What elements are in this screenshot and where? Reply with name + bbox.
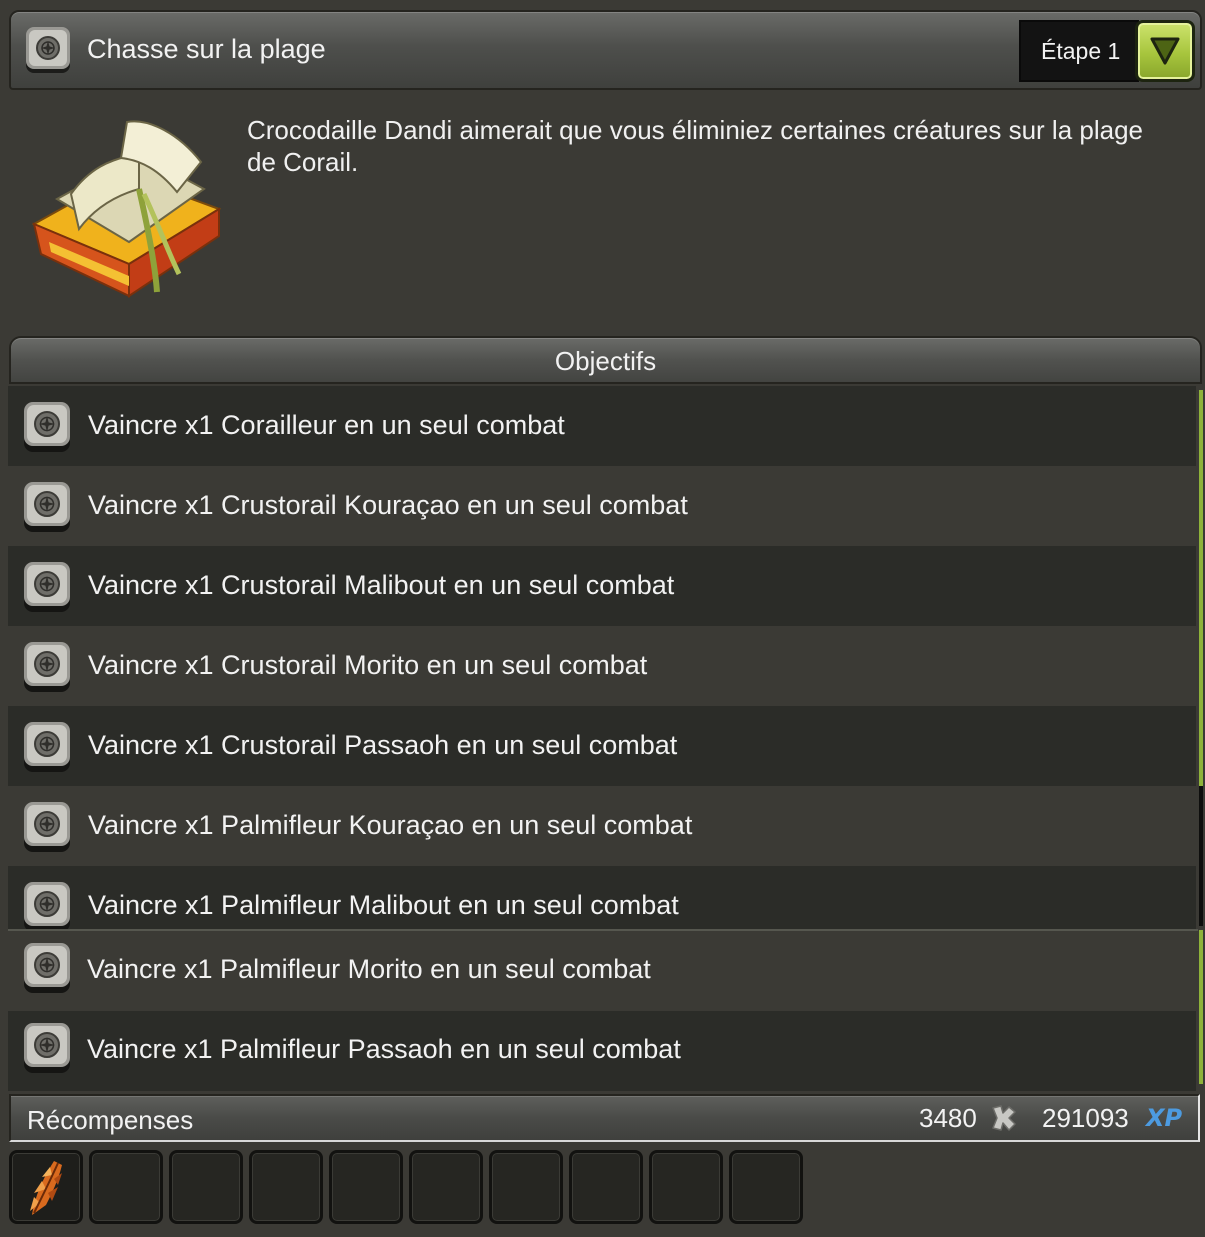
reward-slots [9, 1150, 809, 1226]
objective-row: Vaincre x1 Corailleur en un seul combat [8, 386, 1196, 466]
kama-icon [989, 1104, 1017, 1132]
xp-icon: XP [1146, 1104, 1183, 1132]
compass-icon [25, 26, 71, 74]
quest-book-illustration [29, 114, 229, 304]
compass-icon [22, 720, 72, 774]
objectives-title: Objectifs [554, 346, 657, 376]
objective-text: Vaincre x1 Corailleur en un seul combat [88, 410, 565, 440]
quest-header: Chasse sur la plage Étape 1 [9, 10, 1202, 90]
objective-row: Vaincre x1 Palmifleur Malibout en un seu… [8, 866, 1196, 932]
reward-slot[interactable] [329, 1150, 403, 1224]
reward-slot[interactable] [489, 1150, 563, 1224]
reward-slot[interactable] [169, 1150, 243, 1224]
objective-text: Vaincre x1 Palmifleur Kouraçao en un seu… [88, 810, 693, 840]
objective-row: Vaincre x1 Palmifleur Morito en un seul … [8, 931, 1196, 1011]
reward-slot[interactable] [649, 1150, 723, 1224]
objective-row: Vaincre x1 Crustorail Morito en un seul … [8, 626, 1196, 706]
objective-row: Vaincre x1 Crustorail Passaoh en un seul… [8, 706, 1196, 786]
quest-description-area: Crocodaille Dandi aimerait que vous élim… [9, 92, 1202, 332]
compass-icon [22, 880, 72, 934]
objectives-header: Objectifs [9, 336, 1202, 384]
objective-text: Vaincre x1 Crustorail Kouraçao en un seu… [88, 490, 688, 520]
compass-icon [22, 640, 72, 694]
step-dropdown-button[interactable] [1135, 20, 1195, 82]
compass-icon [22, 800, 72, 854]
chevron-down-icon [1150, 37, 1180, 65]
objective-text: Vaincre x1 Palmifleur Morito en un seul … [87, 954, 651, 984]
xp-amount: 291093 [1042, 1103, 1129, 1133]
reward-slot[interactable] [409, 1150, 483, 1224]
step-indicator: Étape 1 [1019, 20, 1139, 82]
scrollbar-thumb-lower[interactable] [1199, 930, 1203, 1084]
objective-row: Vaincre x1 Palmifleur Passaoh en un seul… [8, 1011, 1196, 1091]
scrollbar-thumb[interactable] [1199, 390, 1203, 786]
quest-window: Chasse sur la plage Étape 1 Crocodaille … [0, 0, 1205, 1237]
objective-row: Vaincre x1 Crustorail Kouraçao en un seu… [8, 466, 1196, 546]
scrollbar-track[interactable] [1199, 786, 1203, 926]
objective-text: Vaincre x1 Crustorail Malibout en un seu… [88, 570, 675, 600]
objective-text: Vaincre x1 Palmifleur Malibout en un seu… [88, 890, 679, 920]
reward-slot[interactable] [249, 1150, 323, 1224]
compass-icon [22, 1021, 72, 1075]
rewards-header: Récompenses 3480 291093 XP [9, 1094, 1200, 1142]
objective-text: Vaincre x1 Crustorail Passaoh en un seul… [88, 730, 678, 760]
reward-slot[interactable] [569, 1150, 643, 1224]
reward-slot[interactable] [729, 1150, 803, 1224]
compass-icon [22, 941, 72, 995]
objective-row: Vaincre x1 Palmifleur Kouraçao en un seu… [8, 786, 1196, 866]
objectives-list[interactable]: Vaincre x1 Corailleur en un seul combat … [8, 386, 1196, 1092]
objective-text: Vaincre x1 Palmifleur Passaoh en un seul… [87, 1034, 681, 1064]
compass-icon [22, 480, 72, 534]
list-divider [8, 929, 1198, 931]
step-label: Étape 1 [1041, 38, 1121, 64]
feather-item-icon [30, 1161, 62, 1215]
compass-icon [22, 560, 72, 614]
rewards-title: Récompenses [27, 1105, 194, 1135]
kamas-amount: 3480 [919, 1103, 977, 1133]
reward-slot[interactable] [89, 1150, 163, 1224]
quest-description: Crocodaille Dandi aimerait que vous élim… [247, 115, 1143, 177]
compass-icon [22, 400, 72, 454]
quest-title: Chasse sur la plage [87, 34, 326, 64]
reward-slot[interactable] [9, 1150, 83, 1224]
objective-text: Vaincre x1 Crustorail Morito en un seul … [88, 650, 648, 680]
objective-row: Vaincre x1 Crustorail Malibout en un seu… [8, 546, 1196, 626]
